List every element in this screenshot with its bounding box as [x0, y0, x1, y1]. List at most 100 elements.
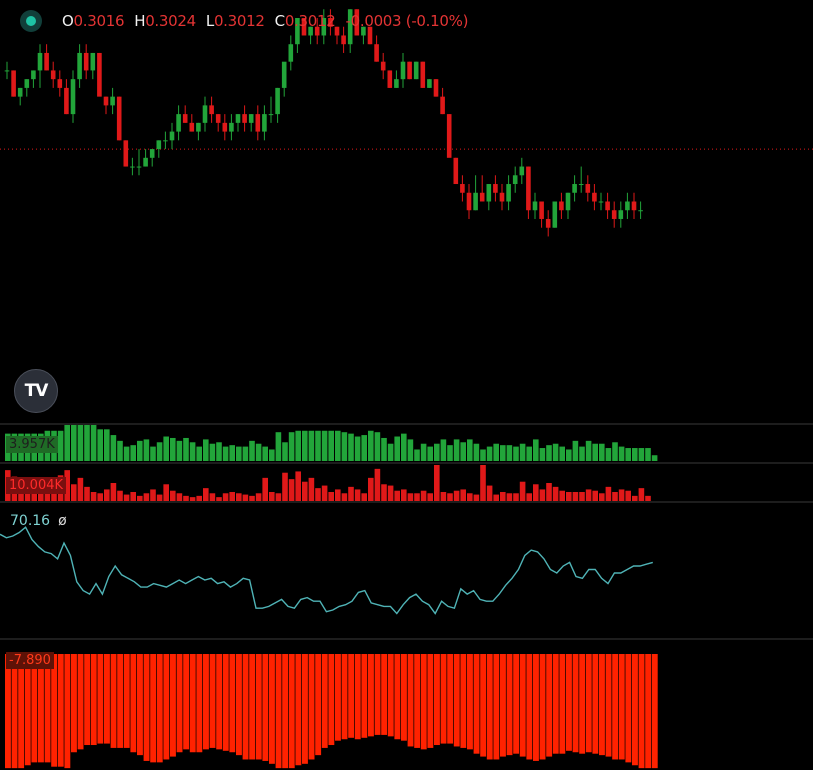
- low-label: L: [205, 12, 214, 30]
- sell-volume-bar: [97, 493, 103, 501]
- buy-volume-bar: [533, 439, 539, 461]
- oscillator-bar: [592, 654, 599, 754]
- buy-volume-bar: [645, 448, 651, 461]
- candle-body: [50, 70, 56, 80]
- sell-volume-bar: [308, 477, 315, 501]
- buy-volume-bar: [394, 436, 400, 461]
- buy-volume-bar: [460, 442, 466, 461]
- open-value: 0.3016: [73, 12, 125, 30]
- buy-volume-bar: [282, 442, 288, 461]
- candle-body: [625, 201, 630, 211]
- oscillator-bar: [163, 654, 170, 760]
- close-label: C: [274, 12, 285, 30]
- buy-volume-bar: [513, 446, 519, 461]
- candle-body: [149, 149, 155, 158]
- sell-volume-bar: [117, 490, 123, 501]
- candle-body: [229, 122, 234, 132]
- open-label: O: [62, 12, 74, 30]
- sell-volume-bar: [566, 492, 572, 501]
- oscillator-bar: [24, 654, 31, 766]
- oscillator-bar: [387, 654, 394, 737]
- buy-volume-bar: [447, 445, 453, 461]
- oscillator-bar: [38, 654, 44, 763]
- sell-volume-bar: [519, 481, 526, 501]
- oscillator-bar: [203, 654, 209, 750]
- candle-body: [585, 184, 591, 193]
- sell-volume-bar: [104, 489, 110, 501]
- candle-body: [130, 166, 135, 168]
- buy-volume-bar: [651, 455, 658, 461]
- buy-volume-bar: [249, 440, 255, 461]
- sell-volume-bar: [196, 495, 202, 501]
- sell-volume-bar: [150, 489, 156, 501]
- buy-volume-bar: [467, 439, 473, 461]
- candle-body: [387, 70, 393, 88]
- candle-body: [83, 52, 89, 71]
- candle-body: [57, 79, 63, 88]
- oscillator-bar: [71, 654, 77, 753]
- buy-volume-bar: [559, 446, 565, 461]
- candle-body: [209, 105, 214, 115]
- price-change: -0.0003 (-0.10%): [345, 12, 469, 30]
- sell-volume-bar: [500, 492, 506, 501]
- oscillator-bar: [196, 654, 203, 753]
- oscillator-bar: [420, 654, 427, 750]
- candle-body: [97, 52, 102, 97]
- buy-volume-bar: [196, 446, 202, 461]
- candle-body: [116, 96, 122, 141]
- buy-volume-label: 3.957K: [6, 436, 58, 453]
- sell-volume-bar: [348, 486, 354, 501]
- buy-volume-bar: [434, 443, 440, 461]
- candle-body: [479, 192, 485, 202]
- buy-volume-bar: [170, 437, 176, 461]
- oscillator-bar: [460, 654, 467, 748]
- sell-volume-bar: [302, 481, 308, 501]
- oscillator-bar: [302, 654, 308, 764]
- candle-body: [598, 201, 604, 203]
- oscillator-bar: [407, 654, 414, 747]
- candle-body: [235, 114, 241, 123]
- sell-volume-bar: [427, 493, 433, 501]
- sell-volume-bar: [559, 490, 565, 501]
- buy-volume-bar: [308, 430, 315, 461]
- oscillator-bar: [189, 654, 196, 753]
- tradingview-logo-icon[interactable]: TV: [14, 369, 58, 413]
- candle-body: [110, 96, 115, 106]
- buy-volume-bar: [90, 425, 97, 461]
- sell-volume-bar: [374, 468, 381, 501]
- sell-volume-bar: [533, 484, 539, 501]
- candle-body: [407, 61, 412, 80]
- sell-volume-bar: [579, 492, 585, 501]
- oscillator-bar: [500, 654, 506, 757]
- candle-body: [17, 87, 23, 97]
- candle-body: [169, 131, 175, 141]
- candle-body: [572, 184, 577, 193]
- oscillator-bar: [150, 654, 157, 763]
- buy-volume-bar: [632, 448, 638, 461]
- oscillator-bar: [308, 654, 315, 760]
- buy-volume-bar: [183, 437, 189, 461]
- candle-body: [493, 184, 498, 193]
- oscillator-bar: [585, 654, 592, 753]
- indicator-line: [0, 526, 653, 615]
- chart-canvas[interactable]: [0, 0, 813, 770]
- sell-volume-bar: [183, 495, 189, 501]
- sell-volume-bar: [242, 494, 249, 501]
- oscillator-bar: [64, 654, 71, 769]
- sell-volume-bar: [209, 493, 216, 501]
- buy-volume-bar: [414, 449, 420, 461]
- candle-body: [242, 114, 247, 123]
- oscillator-bar: [117, 654, 124, 748]
- candle-body: [4, 70, 10, 72]
- buy-volume-bar: [137, 440, 143, 461]
- buy-volume-bar: [612, 442, 618, 461]
- oscillator-bar: [216, 654, 223, 750]
- buy-volume-bar: [592, 443, 598, 461]
- candle-body: [559, 201, 564, 211]
- oscillator-bar: [123, 654, 130, 748]
- oscillator-bar: [434, 654, 440, 746]
- buy-volume-bar: [546, 445, 552, 461]
- oscillator-bar: [552, 654, 559, 754]
- sell-volume-bar: [387, 485, 394, 501]
- buy-volume-bar: [77, 425, 84, 461]
